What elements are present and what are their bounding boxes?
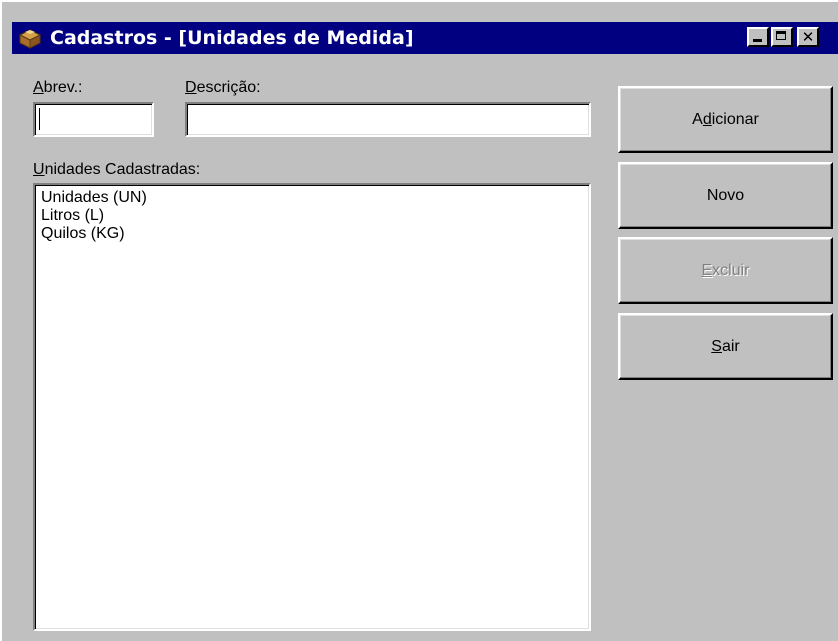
list-item[interactable]: Litros (L) xyxy=(41,207,583,225)
window-title: Cadastros - [Unidades de Medida] xyxy=(50,27,414,49)
title-bar[interactable]: Cadastros - [Unidades de Medida] ✕ xyxy=(12,22,838,54)
app-window: Cadastros - [Unidades de Medida] ✕ Abrev… xyxy=(0,0,838,641)
descricao-field-frame xyxy=(185,102,591,137)
unidades-list-label: Unidades Cadastradas: xyxy=(33,161,201,178)
descricao-input[interactable] xyxy=(187,104,589,135)
close-button[interactable]: ✕ xyxy=(797,27,819,47)
unidades-listbox[interactable]: Unidades (UN) Litros (L) Quilos (KG) xyxy=(33,183,591,631)
minimize-button[interactable] xyxy=(747,27,769,47)
box-app-icon[interactable] xyxy=(18,26,42,50)
list-item[interactable]: Quilos (KG) xyxy=(41,225,583,243)
sair-button[interactable]: Sair xyxy=(618,313,833,380)
list-item[interactable]: Unidades (UN) xyxy=(41,189,583,207)
maximize-button[interactable] xyxy=(771,27,793,47)
descricao-label: Descrição: xyxy=(185,79,261,96)
maximize-icon xyxy=(776,31,786,40)
abrev-field-frame xyxy=(33,102,154,137)
minimize-icon xyxy=(753,39,762,42)
adicionar-button[interactable]: Adicionar xyxy=(618,86,833,153)
abrev-label: Abrev.: xyxy=(33,79,83,96)
excluir-button[interactable]: Excluir xyxy=(618,237,833,304)
abrev-input[interactable] xyxy=(35,104,152,135)
novo-button[interactable]: Novo xyxy=(618,162,833,229)
text-caret xyxy=(39,108,40,130)
close-icon: ✕ xyxy=(801,28,815,46)
